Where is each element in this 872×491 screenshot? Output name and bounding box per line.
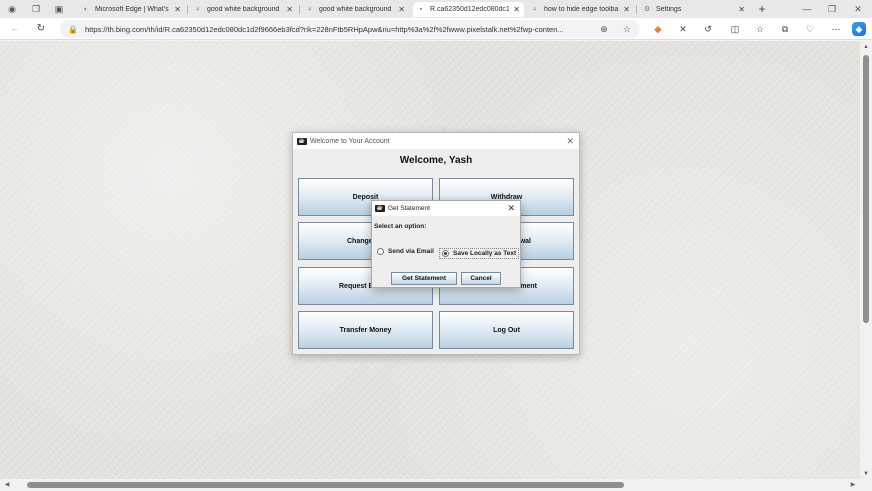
edge-icon: ◐ [83,5,89,13]
profile-icon[interactable]: ◉ [6,3,18,15]
tab-search-1[interactable]: ⌕ good white background ✕ [190,2,297,17]
favorites-icon[interactable]: ☆ [753,22,767,36]
minimize-icon[interactable]: — [800,2,814,16]
address-bar[interactable]: 🔒 https://th.bing.com/th/id/R.ca62350d12… [60,20,640,38]
tab-microsoft-edge[interactable]: ◐ Microsoft Edge | What's ✕ [78,2,185,17]
tab-image-active[interactable]: ▪ R.ca62350d12edc080dc1 ✕ [413,2,524,17]
more-options-icon[interactable]: ⋯ [829,22,843,36]
radio-label: Send via Email [388,248,434,255]
image-icon: ▪ [419,5,423,13]
welcome-heading: Welcome, Yash [399,155,473,166]
radio-circle-selected [442,250,449,257]
dialog-prompt: Select an option: [374,223,427,230]
scroll-corner [860,479,872,491]
cancel-button[interactable]: Cancel [461,272,501,285]
save-locally-radio[interactable]: Save Locally as Text [439,248,520,259]
transfer-money-button[interactable]: Transfer Money [298,311,433,349]
send-via-email-radio[interactable]: Send via Email [377,248,434,255]
tab-search-2[interactable]: ⌕ good white background ✕ [302,2,409,17]
close-icon[interactable]: ✕ [623,5,630,14]
search-icon: ⌕ [533,5,537,13]
account-window-title: Welcome to Your Account [310,137,390,145]
close-icon[interactable]: ✕ [286,5,293,14]
lock-icon: 🔒 [68,24,78,34]
copilot-icon[interactable]: ◆ [852,22,866,36]
close-icon[interactable]: ✕ [566,136,574,147]
get-statement-dialog: ☕ Get Statement ✕ Select an option: Send… [371,200,521,288]
workspaces-icon[interactable]: ❐ [30,3,42,15]
close-icon[interactable]: ✕ [738,5,745,14]
radio-circle [377,248,384,255]
tab-search-3[interactable]: ⌕ how to hide edge toolba ✕ [527,2,634,17]
dialog-titlebar[interactable]: ☕ Get Statement ✕ [372,201,520,216]
scroll-right-icon[interactable]: ▶ [848,479,858,491]
refresh-icon[interactable]: ↻ [34,22,48,36]
get-statement-confirm-button[interactable]: Get Statement [391,272,457,285]
tab-actions-icon[interactable]: ▣ [53,3,65,15]
search-icon: ⌕ [196,5,200,13]
close-icon[interactable]: ✕ [507,203,515,214]
vertical-scroll-thumb[interactable] [863,55,869,323]
split-screen-icon[interactable]: ◫ [728,22,742,36]
restore-icon[interactable]: ❐ [825,2,839,16]
extension-icon[interactable]: ↺ [701,22,715,36]
close-window-icon[interactable]: ✕ [851,2,865,16]
dialog-title: Get Statement [388,205,430,212]
new-tab-icon[interactable]: + [756,3,768,15]
zoom-icon[interactable]: ⊕ [598,23,610,35]
search-icon: ⌕ [308,5,312,13]
scroll-up-icon[interactable]: ▲ [860,42,872,52]
close-icon[interactable]: ✕ [174,5,181,14]
tab-strip: ◉ ❐ ▣ ◐ Microsoft Edge | What's ✕ ⌕ good… [0,0,872,18]
log-out-button[interactable]: Log Out [439,311,574,349]
collections-icon[interactable]: ⧉ [778,22,792,36]
horizontal-scrollbar[interactable]: ◀ ▶ [0,479,860,491]
vertical-scrollbar[interactable]: ▲ ▼ [860,41,872,479]
scroll-left-icon[interactable]: ◀ [2,479,12,491]
close-icon[interactable]: ✕ [513,5,520,14]
shield-extension-icon[interactable]: ◈ [651,22,665,36]
java-icon: ☕ [297,137,307,145]
back-icon[interactable]: ← [8,22,22,36]
gear-icon: ⚙ [643,5,651,13]
browser-essentials-icon[interactable]: ♡ [803,22,817,36]
scroll-down-icon[interactable]: ▼ [860,469,872,479]
close-icon[interactable]: ✕ [398,5,405,14]
horizontal-scroll-thumb[interactable] [27,482,624,488]
java-icon: ☕ [375,205,385,212]
favorite-star-icon[interactable]: ☆ [621,23,633,35]
account-window-titlebar[interactable]: ☕ Welcome to Your Account ✕ [293,133,579,149]
radio-label: Save Locally as Text [453,250,517,257]
x-extension-icon[interactable]: ✕ [676,22,690,36]
tab-settings[interactable]: ⚙ Settings ✕ [639,2,749,17]
browser-toolbar: ← ↻ 🔒 https://th.bing.com/th/id/R.ca6235… [0,18,872,40]
